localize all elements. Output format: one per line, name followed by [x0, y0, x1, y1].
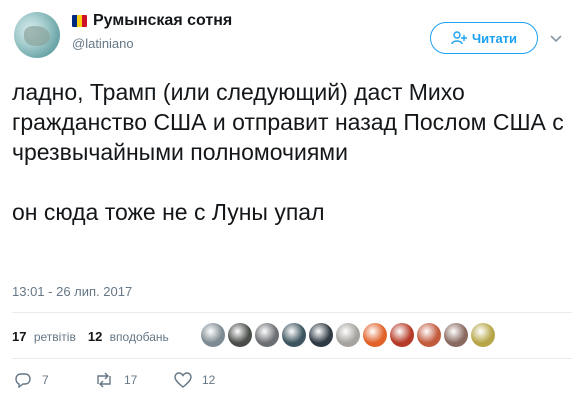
retweets-stat[interactable]: 17 ретвітів: [12, 329, 76, 344]
follow-button-label: Читати: [471, 30, 518, 46]
avatar[interactable]: [14, 12, 60, 58]
liker-avatar[interactable]: [282, 323, 306, 347]
chevron-down-icon[interactable]: [549, 32, 563, 46]
likes-label: вподобань: [109, 329, 169, 344]
liker-avatar[interactable]: [201, 323, 225, 347]
liker-avatar[interactable]: [309, 323, 333, 347]
liker-avatar[interactable]: [471, 323, 495, 347]
heart-icon: [174, 372, 192, 388]
liker-avatar[interactable]: [336, 323, 360, 347]
liker-avatar[interactable]: [417, 323, 441, 347]
retweets-count: 17: [12, 328, 27, 344]
user-handle[interactable]: @latiniano: [72, 36, 134, 51]
liker-avatar[interactable]: [255, 323, 279, 347]
romania-flag-icon: [72, 15, 87, 27]
add-user-icon: [451, 31, 467, 45]
likes-count: 12: [87, 328, 103, 344]
liker-avatars: [201, 323, 495, 347]
tweet-stats: 17 ретвітів 12 вподобань: [12, 320, 181, 352]
follow-button[interactable]: Читати: [430, 22, 538, 54]
tweet-timestamp[interactable]: 13:01 - 26 лип. 2017: [12, 284, 132, 299]
liker-avatar[interactable]: [444, 323, 468, 347]
reply-icon: [15, 373, 31, 388]
divider: [12, 312, 572, 313]
reply-button[interactable]: 7: [14, 372, 94, 388]
tweet-actions: 7 17 12: [14, 372, 254, 388]
reply-count: 7: [42, 373, 49, 387]
retweets-label: ретвітів: [33, 329, 76, 344]
retweet-button[interactable]: 17: [94, 372, 174, 388]
likes-stat[interactable]: 12 вподобань: [88, 329, 169, 344]
retweet-icon: [97, 372, 111, 388]
liker-avatar[interactable]: [363, 323, 387, 347]
liker-avatar[interactable]: [390, 323, 414, 347]
like-count: 12: [202, 373, 216, 387]
liker-avatar[interactable]: [228, 323, 252, 347]
like-button[interactable]: 12: [174, 372, 254, 388]
tweet-text: ладно, Трамп (или следующий) даст Михо г…: [12, 79, 564, 225]
display-name[interactable]: Румынская сотня: [93, 12, 232, 30]
retweet-count: 17: [124, 373, 138, 387]
divider: [12, 358, 572, 359]
